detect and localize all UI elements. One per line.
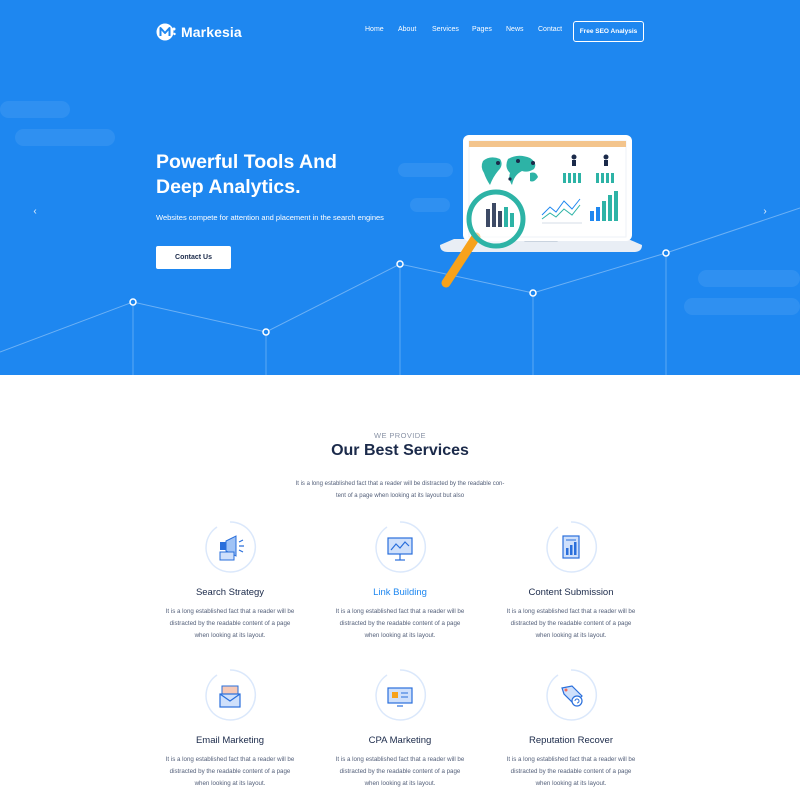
service-card-text-line-1: It is a long established fact that a rea…	[165, 756, 295, 763]
nav-link-news[interactable]: News	[506, 26, 524, 33]
slider-prev-arrow-icon[interactable]: ‹	[30, 205, 40, 219]
contact-us-button[interactable]: Contact Us	[156, 246, 231, 269]
service-card-text-line-2: distracted by the readable content of a …	[169, 768, 291, 775]
service-card-title: Email Marketing	[195, 735, 265, 746]
service-card-title: Link Building	[373, 587, 427, 598]
service-card-text: It is a long established fact that a rea…	[315, 754, 485, 790]
section-eyebrow: WE PROVIDE	[374, 431, 426, 440]
service-card-text-line-3: when looking at its layout.	[535, 632, 607, 639]
analytics-laptop-illustration	[440, 135, 642, 288]
service-card-text: It is a long established fact that a rea…	[145, 606, 315, 642]
section-description-line-2: tent of a page when looking at its layou…	[335, 493, 465, 499]
section-description: It is a long established fact that a rea…	[280, 478, 520, 502]
service-card-content-submission[interactable]: Content Submission It is a long establis…	[486, 520, 656, 650]
section-title: Our Best Services	[331, 442, 469, 459]
nav-link-services[interactable]: Services	[432, 26, 459, 33]
service-card-title: Search Strategy	[195, 587, 265, 598]
service-card-text-line-1: It is a long established fact that a rea…	[506, 608, 636, 615]
brand-logo[interactable]: Markesia	[156, 22, 242, 42]
service-card-text: It is a long established fact that a rea…	[145, 754, 315, 790]
hero-subtitle: Websites compete for attention and place…	[156, 213, 384, 222]
service-card-text-line-3: when looking at its layout.	[364, 632, 436, 639]
service-card-text-line-2: distracted by the readable content of a …	[339, 620, 461, 627]
service-card-text-line-2: distracted by the readable content of a …	[510, 768, 632, 775]
hero-title-line-1: Powerful Tools And	[156, 151, 337, 173]
service-card-text-line-3: when looking at its layout.	[364, 780, 436, 787]
envelope-icon	[205, 669, 257, 721]
nav-link-pages[interactable]: Pages	[472, 26, 492, 33]
document-chart-icon	[546, 521, 598, 573]
service-card-text-line-1: It is a long established fact that a rea…	[335, 756, 465, 763]
service-card-text: It is a long established fact that a rea…	[486, 754, 656, 790]
service-card-text-line-1: It is a long established fact that a rea…	[335, 608, 465, 615]
service-card-text-line-3: when looking at its layout.	[194, 632, 266, 639]
tag-refresh-icon	[546, 669, 598, 721]
nav-link-contact[interactable]: Contact	[538, 26, 562, 33]
brand-name: Markesia	[181, 24, 242, 40]
service-card-text-line-2: distracted by the readable content of a …	[169, 620, 291, 627]
service-card-email-marketing[interactable]: Email Marketing It is a long established…	[145, 668, 315, 798]
hero-title: Powerful Tools And Deep Analytics.	[156, 150, 337, 200]
service-card-title: Reputation Recover	[529, 735, 613, 746]
service-card-text-line-2: distracted by the readable content of a …	[339, 768, 461, 775]
service-card-text-line-2: distracted by the readable content of a …	[510, 620, 632, 627]
hero-title-line-2: Deep Analytics.	[156, 176, 301, 198]
hero-section: Markesia Home About Services Pages News …	[0, 0, 800, 375]
service-card-search-strategy[interactable]: Search Strategy It is a long established…	[145, 520, 315, 650]
free-seo-analysis-button[interactable]: Free SEO Analysis	[573, 21, 644, 42]
service-card-title: Content Submission	[528, 587, 614, 598]
section-description-line-1: It is a long established fact that a rea…	[295, 481, 505, 487]
slider-next-arrow-icon[interactable]: ›	[760, 205, 770, 219]
service-card-cpa-marketing[interactable]: CPA Marketing It is a long established f…	[315, 668, 485, 798]
service-card-text-line-1: It is a long established fact that a rea…	[506, 756, 636, 763]
service-card-link-building[interactable]: Link Building It is a long established f…	[315, 520, 485, 650]
nav-link-home[interactable]: Home	[365, 26, 384, 33]
brand-logo-icon	[156, 23, 176, 41]
megaphone-icon	[205, 521, 257, 573]
service-card-text-line-3: when looking at its layout.	[194, 780, 266, 787]
service-card-reputation-recover[interactable]: Reputation Recover It is a long establis…	[486, 668, 656, 798]
service-card-text-line-1: It is a long established fact that a rea…	[165, 608, 295, 615]
service-card-text: It is a long established fact that a rea…	[486, 606, 656, 642]
top-navbar: Markesia Home About Services Pages News …	[0, 0, 800, 62]
service-card-text: It is a long established fact that a rea…	[315, 606, 485, 642]
presentation-board-icon	[375, 521, 427, 573]
service-card-text-line-3: when looking at its layout.	[535, 780, 607, 787]
service-card-title: CPA Marketing	[368, 735, 432, 746]
monitor-icon	[375, 669, 427, 721]
nav-link-about[interactable]: About	[398, 26, 416, 33]
